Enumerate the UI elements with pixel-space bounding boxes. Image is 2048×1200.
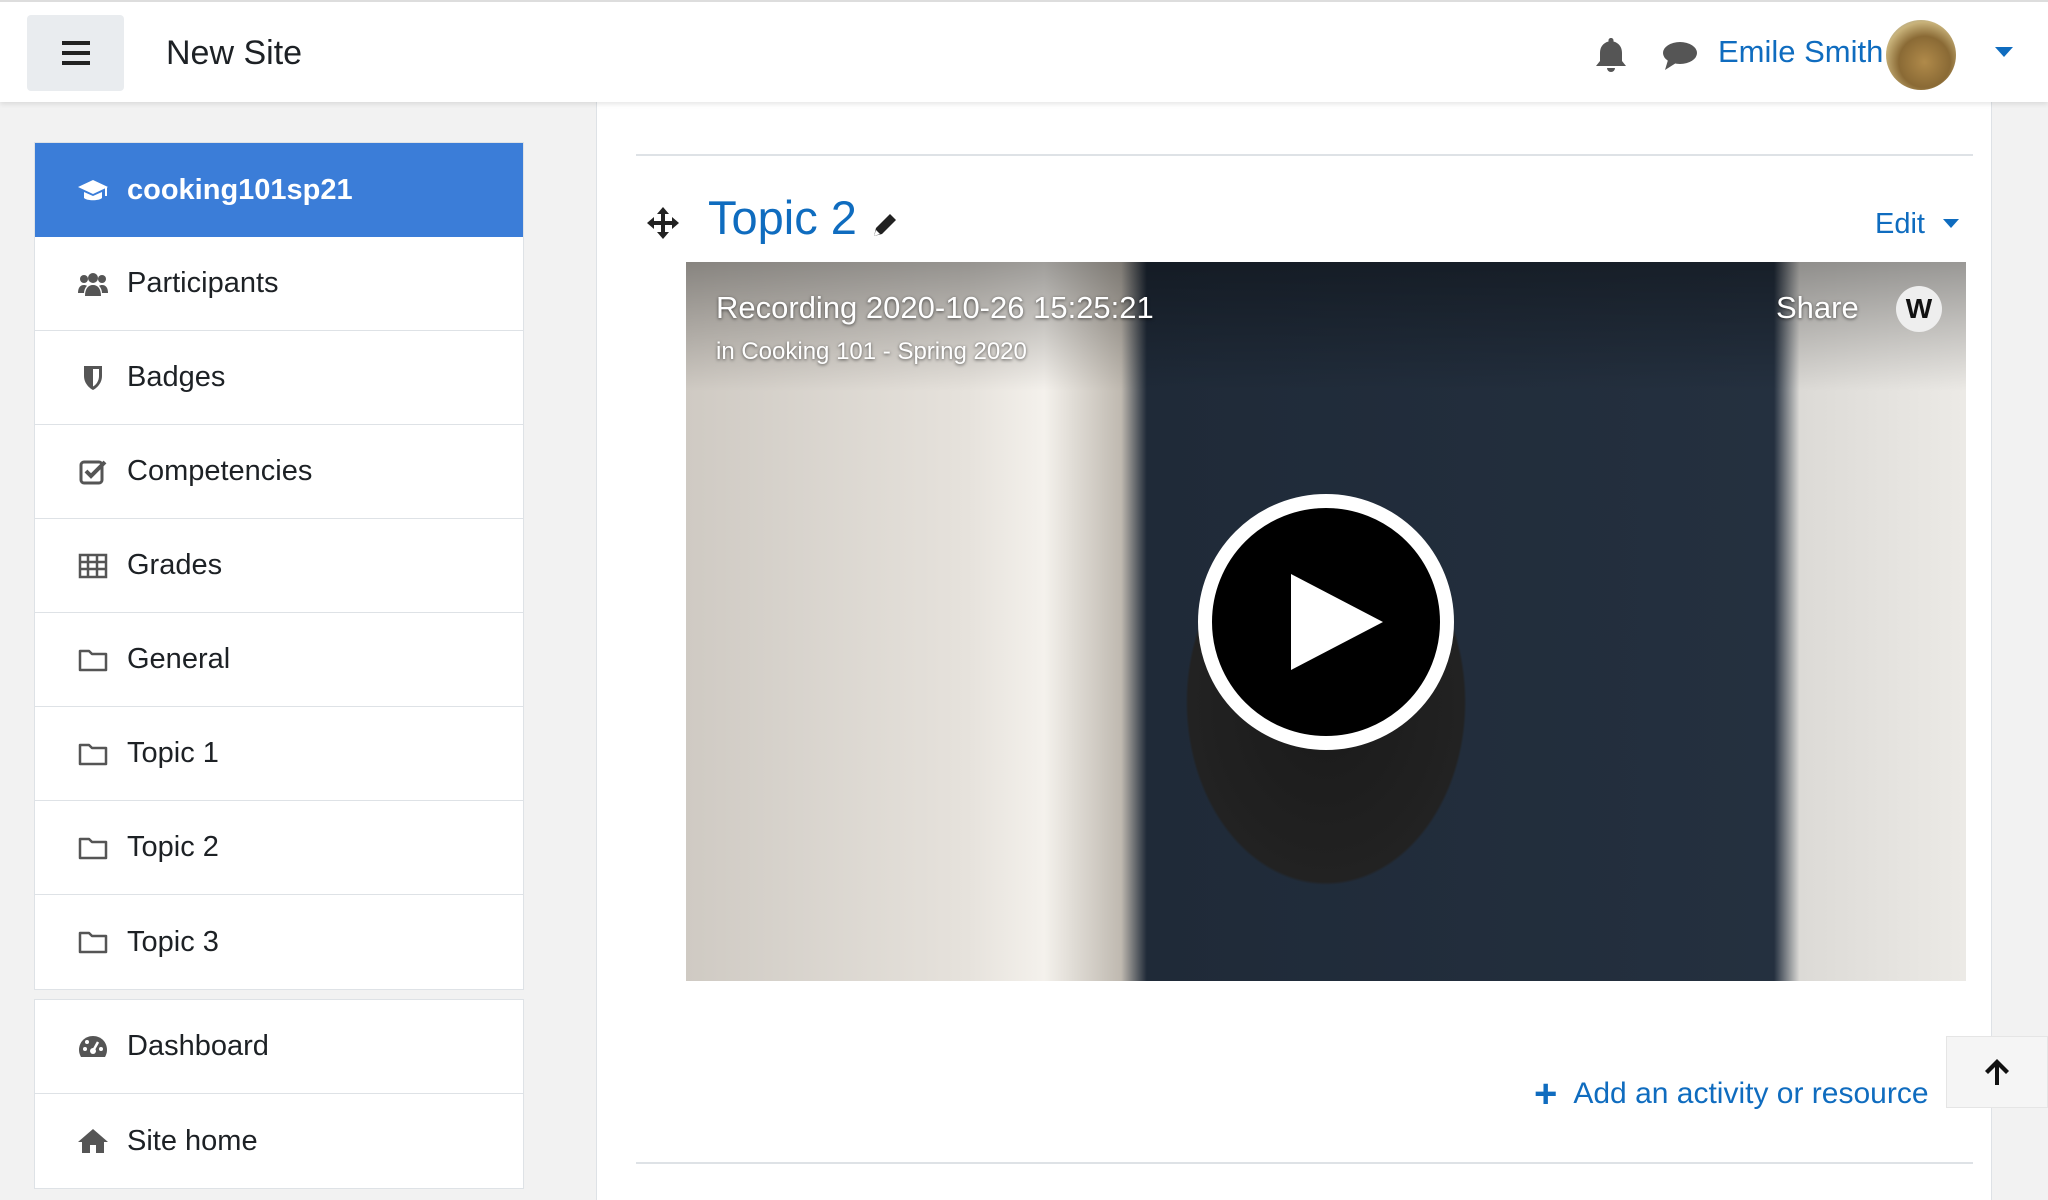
folder-icon [78, 931, 108, 954]
chevron-down-icon[interactable] [1943, 219, 1959, 228]
avatar[interactable] [1886, 20, 1956, 90]
site-name[interactable]: New Site [166, 34, 302, 73]
hamburger-icon [61, 41, 90, 45]
folder-icon [78, 743, 108, 765]
nav-item-label: Badges [127, 361, 226, 393]
home-icon [78, 1129, 108, 1153]
nav-item-grades[interactable]: Grades [35, 519, 523, 613]
nav-item-label: Topic 3 [127, 925, 219, 958]
arrow-up-icon [1985, 1059, 2009, 1085]
menu-toggle-button[interactable] [27, 15, 124, 91]
bell-icon[interactable] [1594, 36, 1628, 74]
table-icon [78, 553, 108, 578]
course-nav: cooking101sp21 Participants Badges Competen… [34, 142, 524, 990]
nav-item-competencies[interactable]: Competencies [35, 425, 523, 519]
nav-item-badges[interactable]: Badges [35, 331, 523, 425]
move-icon[interactable] [646, 206, 680, 240]
wistia-logo-icon[interactable]: W [1896, 286, 1942, 332]
shield-icon [84, 365, 102, 390]
nav-item-cooking101sp21[interactable]: cooking101sp21 [35, 143, 523, 237]
add-activity-button[interactable]: + Add an activity or resource [1534, 1074, 1929, 1114]
video-subtitle[interactable]: in Cooking 101 - Spring 2020 [716, 338, 1027, 366]
plus-icon: + [1534, 1072, 1558, 1116]
nav-item-label: cooking101sp21 [127, 173, 353, 206]
nav-item-topic-2[interactable]: Topic 2 [35, 801, 523, 895]
nav-item-participants[interactable]: Participants [35, 237, 523, 331]
share-button[interactable]: Share [1776, 290, 1859, 326]
back-to-top-button[interactable] [1946, 1036, 2048, 1108]
video-title[interactable]: Recording 2020-10-26 15:25:21 [716, 290, 1154, 326]
user-name[interactable]: Emile Smith [1718, 34, 1883, 70]
site-nav: Dashboard Site home [34, 999, 524, 1189]
check-square-icon [79, 460, 107, 484]
folder-icon [78, 649, 108, 671]
nav-item-label: Dashboard [127, 1030, 269, 1062]
play-icon [1291, 574, 1383, 670]
edit-menu-button[interactable]: Edit [1875, 208, 1925, 241]
nav-item-general[interactable]: General [35, 613, 523, 707]
nav-item-label: Competencies [127, 455, 313, 487]
nav-item-dashboard[interactable]: Dashboard [35, 1000, 523, 1094]
pencil-icon[interactable] [870, 210, 900, 240]
nav-item-label: Site home [127, 1124, 258, 1157]
user-menu-caret-icon[interactable] [1995, 47, 2013, 57]
nav-item-label: General [127, 643, 231, 675]
divider [636, 154, 1973, 156]
dashboard-icon [79, 1035, 107, 1057]
chat-icon[interactable] [1662, 40, 1698, 72]
folder-icon [78, 837, 108, 859]
nav-item-label: Grades [127, 549, 223, 581]
users-icon [78, 272, 108, 296]
nav-item-site-home[interactable]: Site home [35, 1094, 523, 1188]
nav-item-topic-1[interactable]: Topic 1 [35, 707, 523, 801]
add-activity-label: Add an activity or resource [1573, 1077, 1929, 1110]
nav-item-topic-3[interactable]: Topic 3 [35, 895, 523, 989]
section-title[interactable]: Topic 2 [708, 190, 857, 245]
nav-item-label: Participants [127, 267, 279, 299]
top-navbar: New Site Emile Smith [0, 0, 2048, 102]
video-player[interactable]: Recording 2020-10-26 15:25:21 in Cooking… [686, 262, 1966, 981]
graduation-cap-icon [78, 180, 108, 201]
divider [636, 1162, 1973, 1164]
play-button[interactable] [1198, 494, 1454, 750]
nav-item-label: Topic 2 [127, 831, 219, 863]
nav-item-label: Topic 1 [127, 737, 219, 769]
